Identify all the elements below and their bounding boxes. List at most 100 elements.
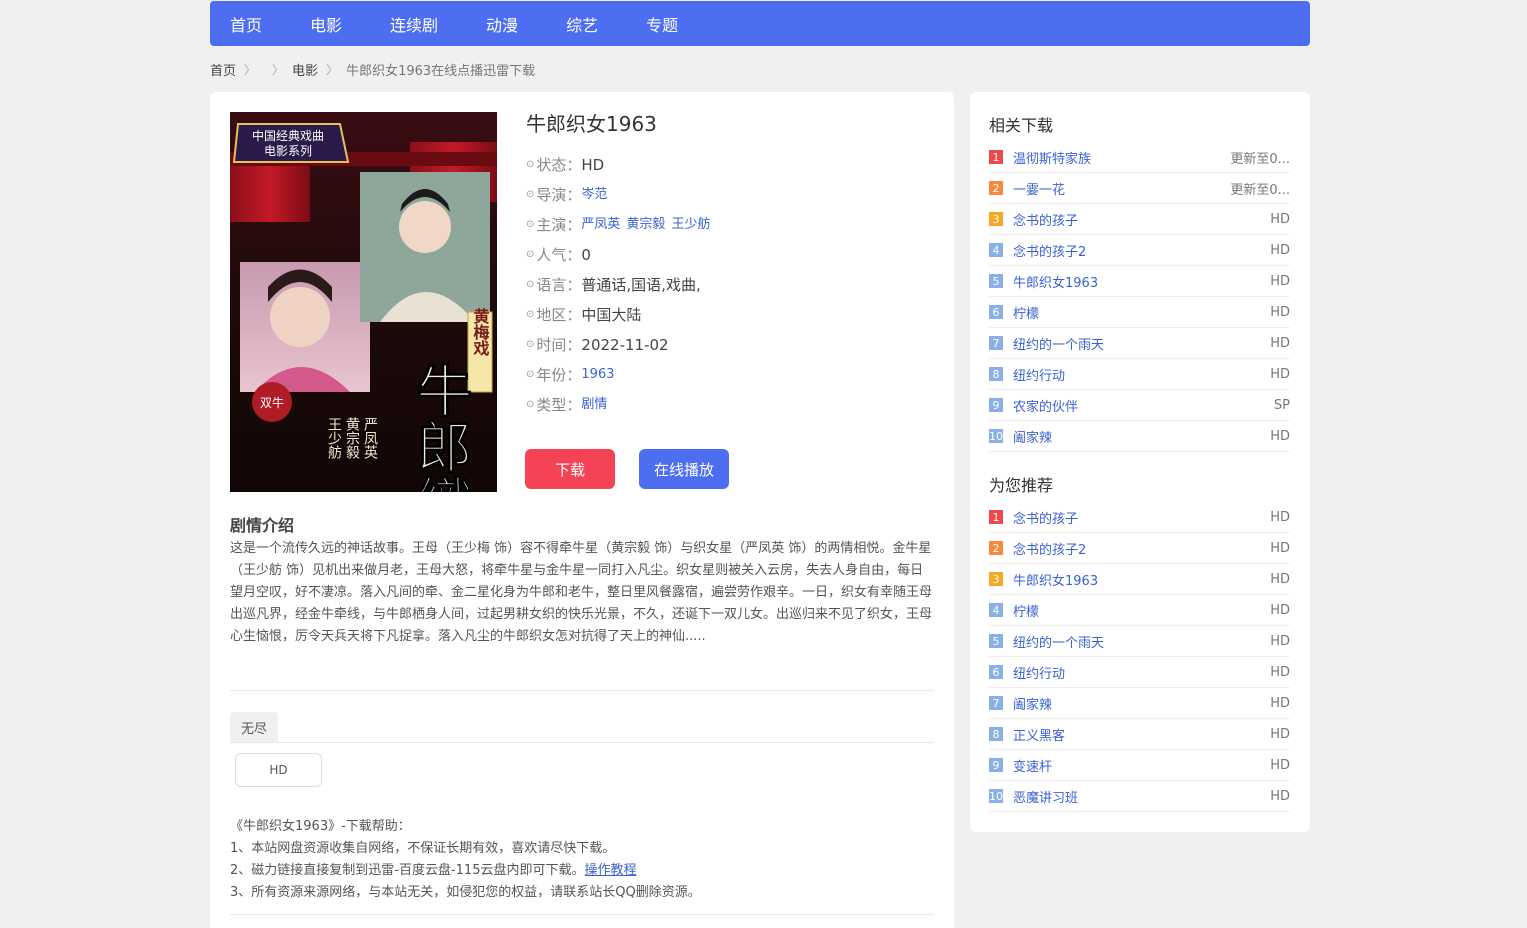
list-item[interactable]: 8 正义黑客 HD bbox=[989, 719, 1290, 750]
list-item-title[interactable]: 恶魔讲习班 bbox=[1013, 787, 1270, 806]
info-link[interactable]: 黄宗毅 bbox=[626, 210, 665, 240]
movie-title: 牛郎织女1963 bbox=[526, 112, 657, 136]
list-item[interactable]: 3 牛郎织女1963 HD bbox=[989, 564, 1290, 595]
list-item-title[interactable]: 念书的孩子 bbox=[1013, 210, 1270, 229]
rank-number: 5 bbox=[989, 634, 1003, 648]
list-item-title[interactable]: 纽约的一个雨天 bbox=[1013, 632, 1270, 651]
play-online-button[interactable]: 在线播放 bbox=[639, 449, 729, 489]
info-link[interactable]: 王少舫 bbox=[671, 210, 710, 240]
rank-number: 2 bbox=[989, 541, 1003, 555]
breadcrumb-category[interactable]: 电影 bbox=[292, 60, 318, 79]
list-item[interactable]: 1 念书的孩子 HD bbox=[989, 502, 1290, 533]
list-item[interactable]: 10 阖家辣 HD bbox=[989, 421, 1290, 452]
list-item[interactable]: 3 念书的孩子 HD bbox=[989, 204, 1290, 235]
info-link[interactable]: 岑范 bbox=[581, 180, 607, 210]
nav-item-anime[interactable]: 动漫 bbox=[486, 12, 518, 36]
source-tab[interactable]: 无尽 bbox=[230, 712, 278, 742]
list-item[interactable]: 2 一霎一花 更新至0... bbox=[989, 173, 1290, 204]
list-item-status: HD bbox=[1270, 695, 1290, 711]
list-item-title[interactable]: 一霎一花 bbox=[1013, 179, 1230, 198]
bullet-icon: ⊙ bbox=[526, 399, 535, 410]
list-item-status: HD bbox=[1270, 633, 1290, 649]
list-item[interactable]: 7 阖家辣 HD bbox=[989, 688, 1290, 719]
bullet-icon: ⊙ bbox=[526, 339, 535, 350]
list-item-title[interactable]: 变速杆 bbox=[1013, 756, 1270, 775]
info-value: 2022-11-02 bbox=[581, 336, 669, 354]
divider bbox=[230, 742, 934, 743]
rank-number: 3 bbox=[989, 212, 1003, 226]
list-item[interactable]: 10 恶魔讲习班 HD bbox=[989, 781, 1290, 812]
list-item[interactable]: 9 变速杆 HD bbox=[989, 750, 1290, 781]
download-button[interactable]: 下载 bbox=[525, 449, 615, 489]
list-item-status: HD bbox=[1270, 571, 1290, 587]
list-item-title[interactable]: 农家的伙伴 bbox=[1013, 396, 1274, 415]
list-item[interactable]: 9 农家的伙伴 SP bbox=[989, 390, 1290, 421]
list-item[interactable]: 7 纽约的一个雨天 HD bbox=[989, 328, 1290, 359]
list-item[interactable]: 2 念书的孩子2 HD bbox=[989, 533, 1290, 564]
bullet-icon: ⊙ bbox=[526, 249, 535, 260]
list-item-title[interactable]: 温彻斯特家族 bbox=[1013, 148, 1230, 167]
help-line-3: 3、所有资源来源网络，与本站无关，如侵犯您的权益，请联系站长QQ删除资源。 bbox=[230, 885, 701, 900]
list-item-title[interactable]: 纽约行动 bbox=[1013, 663, 1270, 682]
tutorial-link[interactable]: 操作教程 bbox=[584, 863, 636, 878]
bullet-icon: ⊙ bbox=[526, 159, 535, 170]
list-item[interactable]: 6 柠檬 HD bbox=[989, 297, 1290, 328]
info-row: ⊙ 地区： 中国大陆 bbox=[526, 300, 926, 330]
info-link[interactable]: 剧情 bbox=[581, 390, 607, 420]
nav-item-series[interactable]: 连续剧 bbox=[390, 12, 438, 36]
synopsis-title: 剧情介绍 bbox=[230, 516, 295, 535]
episode-button[interactable]: HD bbox=[235, 753, 322, 787]
list-item-status: HD bbox=[1270, 664, 1290, 680]
list-item-title[interactable]: 牛郎织女1963 bbox=[1013, 570, 1270, 589]
info-label: 导演： bbox=[536, 186, 582, 204]
rank-number: 4 bbox=[989, 603, 1003, 617]
nav-item-topic[interactable]: 专题 bbox=[646, 12, 678, 36]
list-item-title[interactable]: 阖家辣 bbox=[1013, 427, 1270, 446]
bullet-icon: ⊙ bbox=[526, 189, 535, 200]
list-item-status: HD bbox=[1270, 242, 1290, 258]
nav-item-home[interactable]: 首页 bbox=[230, 12, 262, 36]
list-item-title[interactable]: 阖家辣 bbox=[1013, 694, 1270, 713]
list-item-title[interactable]: 牛郎织女1963 bbox=[1013, 272, 1270, 291]
list-item[interactable]: 5 纽约的一个雨天 HD bbox=[989, 626, 1290, 657]
list-item-title[interactable]: 念书的孩子 bbox=[1013, 508, 1270, 527]
rank-number: 6 bbox=[989, 665, 1003, 679]
list-item-title[interactable]: 柠檬 bbox=[1013, 601, 1270, 620]
breadcrumb-home[interactable]: 首页 bbox=[210, 60, 236, 79]
list-item[interactable]: 1 温彻斯特家族 更新至0... bbox=[989, 142, 1290, 173]
list-item[interactable]: 5 牛郎织女1963 HD bbox=[989, 266, 1290, 297]
rank-number: 10 bbox=[989, 429, 1003, 443]
info-label: 地区： bbox=[536, 306, 582, 324]
rank-number: 4 bbox=[989, 243, 1003, 257]
rank-number: 7 bbox=[989, 336, 1003, 350]
info-value: 中国大陆 bbox=[581, 306, 642, 324]
list-item[interactable]: 6 纽约行动 HD bbox=[989, 657, 1290, 688]
list-item-title[interactable]: 念书的孩子2 bbox=[1013, 241, 1270, 260]
list-item-title[interactable]: 纽约行动 bbox=[1013, 365, 1270, 384]
info-label: 语言： bbox=[536, 276, 582, 294]
movie-poster[interactable]: 中国经典戏曲 电影系列 黄梅戏 牛郎織女 严凤英 黄宗毅 王少舫 双牛 bbox=[230, 112, 497, 492]
list-item-status: SP bbox=[1273, 397, 1290, 413]
list-item[interactable]: 4 柠檬 HD bbox=[989, 595, 1290, 626]
info-link[interactable]: 1963 bbox=[581, 360, 614, 390]
rank-number: 9 bbox=[989, 758, 1003, 772]
nav-item-movie[interactable]: 电影 bbox=[310, 12, 342, 36]
list-item-title[interactable]: 纽约的一个雨天 bbox=[1013, 334, 1270, 353]
nav-item-variety[interactable]: 综艺 bbox=[566, 12, 598, 36]
recommend-title: 为您推荐 bbox=[989, 476, 1054, 495]
info-row: ⊙ 语言： 普通话,国语,戏曲, bbox=[526, 270, 926, 300]
help-line-1: 1、本站网盘资源收集自网络，不保证长期有效，喜欢请尽快下载。 bbox=[230, 841, 616, 856]
list-item-status: HD bbox=[1270, 304, 1290, 320]
poster-badge-line1: 中国经典戏曲 bbox=[252, 128, 324, 143]
list-item[interactable]: 8 纽约行动 HD bbox=[989, 359, 1290, 390]
list-item-title[interactable]: 正义黑客 bbox=[1013, 725, 1270, 744]
info-link[interactable]: 严凤英 bbox=[581, 210, 620, 240]
list-item-status: HD bbox=[1270, 540, 1290, 556]
info-label: 时间： bbox=[536, 336, 582, 354]
rank-number: 8 bbox=[989, 367, 1003, 381]
info-row: ⊙ 主演： 严凤英 黄宗毅 王少舫 bbox=[526, 210, 926, 240]
list-item-title[interactable]: 念书的孩子2 bbox=[1013, 539, 1270, 558]
poster-image: 中国经典戏曲 电影系列 黄梅戏 牛郎織女 严凤英 黄宗毅 王少舫 双牛 bbox=[230, 112, 497, 492]
list-item-title[interactable]: 柠檬 bbox=[1013, 303, 1270, 322]
list-item[interactable]: 4 念书的孩子2 HD bbox=[989, 235, 1290, 266]
